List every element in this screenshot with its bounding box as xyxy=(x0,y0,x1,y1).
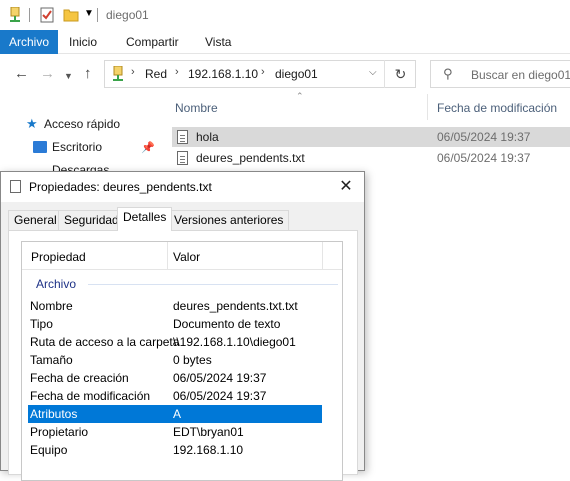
property-row[interactable]: Propietario EDT\bryan01 xyxy=(28,423,322,441)
text-file-icon xyxy=(177,151,188,165)
sort-ascending-icon: ⌃ xyxy=(296,91,304,101)
tab-security[interactable]: Seguridad xyxy=(58,210,125,230)
toolbar-separator xyxy=(29,8,30,22)
recent-locations-chevron-icon[interactable]: ▼ xyxy=(64,68,73,84)
file-row[interactable]: hola 06/05/2024 19:37 xyxy=(172,127,570,147)
refresh-button[interactable]: ↻ xyxy=(384,60,416,88)
desktop-icon xyxy=(33,141,47,153)
property-value: 06/05/2024 19:37 xyxy=(173,389,267,403)
column-header-modified[interactable]: Fecha de modificación xyxy=(437,101,557,115)
address-bar[interactable]: › Red › 192.168.1.10 › diego01 ⌵ xyxy=(104,60,416,88)
group-divider xyxy=(88,284,338,285)
file-list: ⌃ Nombre Fecha de modificación hola 06/0… xyxy=(165,91,570,174)
tab-inicio[interactable]: Inicio xyxy=(60,30,106,54)
address-history-chevron-icon[interactable]: ⌵ xyxy=(369,67,377,78)
tab-details[interactable]: Detalles xyxy=(117,207,173,231)
property-list: Propiedad Valor Archivo Nombre deures_pe… xyxy=(21,241,343,481)
property-name: Atributos xyxy=(30,407,78,421)
breadcrumb-chevron-icon[interactable]: › xyxy=(131,66,135,78)
breadcrumb-server[interactable]: 192.168.1.10 xyxy=(188,67,258,81)
file-date: 06/05/2024 19:37 xyxy=(437,151,531,165)
property-name: Tipo xyxy=(30,317,53,331)
close-button[interactable]: ✕ xyxy=(333,176,359,198)
tab-general[interactable]: General xyxy=(8,210,63,230)
property-name: Fecha de creación xyxy=(30,371,129,385)
search-box[interactable]: ⚲ Buscar en diego01 xyxy=(430,60,570,88)
property-row[interactable]: Ruta de acceso a la carpeta \\192.168.1.… xyxy=(28,333,322,351)
properties-dialog: Propiedades: deures_pendents.txt ✕ Gener… xyxy=(0,171,365,481)
property-value: 06/05/2024 19:37 xyxy=(173,371,267,385)
breadcrumb-red[interactable]: Red xyxy=(145,67,167,81)
tab-archivo[interactable]: Archivo xyxy=(0,30,59,54)
details-panel: Propiedad Valor Archivo Nombre deures_pe… xyxy=(8,230,358,481)
new-folder-icon[interactable] xyxy=(63,7,79,26)
nav-item-quick-access[interactable]: Acceso rápido xyxy=(44,117,120,131)
back-arrow-icon[interactable]: ← xyxy=(14,66,29,82)
column-header-name[interactable]: Nombre xyxy=(175,101,218,115)
file-row[interactable]: deures_pendents.txt 06/05/2024 19:37 xyxy=(172,148,570,168)
dialog-title: Propiedades: deures_pendents.txt xyxy=(29,180,212,194)
toolbar-separator xyxy=(97,8,98,22)
property-value: 0 bytes xyxy=(173,353,212,367)
navigation-pane: ★ Acceso rápido Escritorio 📌 Descargas xyxy=(0,94,165,177)
property-row-selected[interactable]: Atributos A xyxy=(28,405,322,423)
property-value: EDT\bryan01 xyxy=(173,425,244,439)
property-row[interactable]: Fecha de modificación 06/05/2024 19:37 xyxy=(28,387,322,405)
property-value: deures_pendents.txt.txt xyxy=(173,299,298,313)
checklist-icon[interactable] xyxy=(40,7,54,26)
column-separator[interactable] xyxy=(322,242,323,270)
property-value: \\192.168.1.10\diego01 xyxy=(173,335,296,349)
property-name: Tamaño xyxy=(30,353,73,367)
breadcrumb-share[interactable]: diego01 xyxy=(275,67,318,81)
property-value: 192.168.1.10 xyxy=(173,443,244,457)
pin-icon[interactable]: 📌 xyxy=(141,141,155,154)
column-header-value[interactable]: Valor xyxy=(173,250,200,264)
forward-arrow-icon[interactable]: → xyxy=(40,66,55,82)
property-row[interactable]: Fecha de creación 06/05/2024 19:37 xyxy=(28,369,322,387)
property-value: A xyxy=(173,407,182,421)
window-title: diego01 xyxy=(106,8,149,22)
property-name: Equipo xyxy=(30,443,68,457)
up-arrow-icon[interactable]: ↑ xyxy=(84,66,92,82)
property-row[interactable]: Tipo Documento de texto xyxy=(28,315,322,333)
star-icon: ★ xyxy=(26,116,38,131)
tab-vista[interactable]: Vista xyxy=(196,30,240,54)
title-bar: ▼ diego01 xyxy=(0,0,570,30)
breadcrumb-chevron-icon[interactable]: › xyxy=(261,66,265,78)
text-file-icon xyxy=(10,180,21,193)
file-name: hola xyxy=(196,130,219,144)
nav-item-desktop[interactable]: Escritorio xyxy=(52,140,102,154)
property-name: Propietario xyxy=(30,425,89,439)
ribbon-tabs: Archivo Inicio Compartir Vista xyxy=(0,30,570,54)
property-row[interactable]: Equipo 192.168.1.10 xyxy=(28,441,322,459)
column-separator[interactable] xyxy=(427,94,428,120)
property-name: Ruta de acceso a la carpeta xyxy=(30,335,180,349)
property-list-header: Propiedad Valor xyxy=(22,242,342,270)
network-folder-icon xyxy=(111,65,125,85)
group-header: Archivo xyxy=(36,277,77,291)
properties-icon[interactable] xyxy=(8,6,22,26)
chevron-down-icon[interactable]: ▼ xyxy=(84,8,94,19)
property-name: Nombre xyxy=(30,299,73,313)
dialog-title-bar[interactable]: Propiedades: deures_pendents.txt ✕ xyxy=(1,172,364,202)
property-row[interactable]: Tamaño 0 bytes xyxy=(28,351,322,369)
property-row[interactable]: Nombre deures_pendents.txt.txt xyxy=(28,297,322,315)
property-value: Documento de texto xyxy=(173,317,281,331)
search-icon: ⚲ xyxy=(443,66,453,81)
tab-compartir[interactable]: Compartir xyxy=(117,30,188,54)
column-header-property[interactable]: Propiedad xyxy=(31,250,86,264)
file-name: deures_pendents.txt xyxy=(196,151,305,165)
file-date: 06/05/2024 19:37 xyxy=(437,130,531,144)
text-file-icon xyxy=(177,130,188,144)
tab-previous-versions[interactable]: Versiones anteriores xyxy=(168,210,290,230)
search-placeholder: Buscar en diego01 xyxy=(471,68,570,82)
column-separator[interactable] xyxy=(167,242,168,270)
property-name: Fecha de modificación xyxy=(30,389,151,403)
breadcrumb-chevron-icon[interactable]: › xyxy=(175,66,179,78)
